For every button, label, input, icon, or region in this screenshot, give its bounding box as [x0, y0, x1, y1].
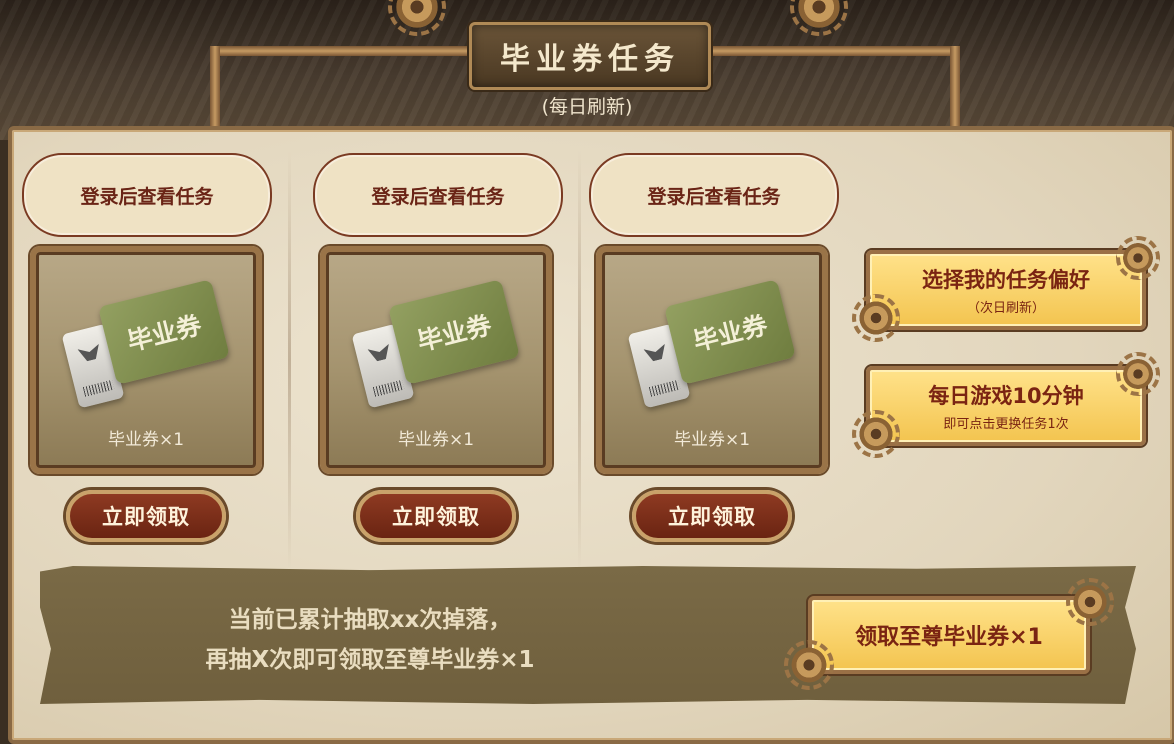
refresh-note: (每日刷新)	[541, 96, 633, 118]
reward-label: 毕业券×1	[107, 430, 185, 450]
task-preference-button[interactable]: 选择我的任务偏好 （次日刷新）	[866, 250, 1146, 330]
gear-icon	[852, 294, 900, 342]
change-task-button[interactable]: 每日游戏10分钟 即可点击更换任务1次	[866, 366, 1146, 446]
progress-line: 再抽X次即可领取至尊毕业券×1	[205, 647, 535, 673]
column-divider	[578, 150, 581, 570]
claim-button[interactable]: 立即领取	[632, 490, 792, 542]
reward-label: 毕业券×1	[397, 430, 475, 450]
pipe-right-horizontal	[702, 46, 958, 56]
reward-label: 毕业券×1	[673, 430, 751, 450]
gear-icon	[784, 640, 834, 690]
ticket-name: 毕业券	[414, 310, 495, 357]
claim-button[interactable]: 立即领取	[356, 490, 516, 542]
emblem-icon	[367, 344, 392, 363]
task-description: 登录后查看任务	[313, 153, 563, 237]
task-description: 登录后查看任务	[22, 153, 272, 237]
task-description: 登录后查看任务	[589, 153, 839, 237]
gear-icon	[1116, 236, 1160, 280]
reward-card: 毕业券 毕业券×1	[320, 246, 552, 474]
graduation-ticket-icon: 毕业券	[388, 279, 520, 385]
claim-supreme-button[interactable]: 领取至尊毕业券×1	[808, 596, 1090, 674]
ticket-name: 毕业券	[124, 310, 205, 357]
gear-icon	[1116, 352, 1160, 396]
emblem-icon	[77, 344, 102, 363]
draw-progress-text: 当前已累计抽取xx次掉落， 再抽X次即可领取至尊毕业券×1	[100, 600, 640, 680]
reward-card: 毕业券 毕业券×1	[30, 246, 262, 474]
page-title: 毕业券任务	[469, 22, 711, 90]
progress-line: 当前已累计抽取xx次掉落，	[228, 607, 512, 633]
emblem-icon	[643, 344, 668, 363]
ticket-name: 毕业券	[690, 310, 771, 357]
claim-button[interactable]: 立即领取	[66, 490, 226, 542]
daily-play-label: 每日游戏10分钟	[928, 384, 1084, 408]
graduation-ticket-icon: 毕业券	[98, 279, 230, 385]
preference-note: （次日刷新）	[966, 301, 1045, 316]
preference-label: 选择我的任务偏好	[922, 268, 1090, 292]
graduation-ticket-icon: 毕业券	[664, 279, 796, 385]
daily-play-note: 即可点击更换任务1次	[943, 417, 1069, 432]
reward-card: 毕业券 毕业券×1	[596, 246, 828, 474]
pipe-left-horizontal	[214, 46, 472, 56]
gear-icon	[1066, 578, 1114, 626]
column-divider	[288, 150, 291, 570]
gear-icon	[852, 410, 900, 458]
